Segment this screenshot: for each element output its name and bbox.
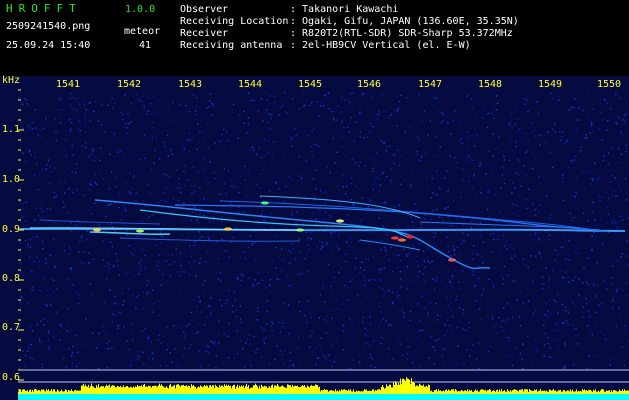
x-tick-1543: 1543 <box>178 79 203 90</box>
spectrogram <box>0 76 629 400</box>
x-tick-1548: 1548 <box>478 79 503 90</box>
x-tick-1544: 1544 <box>238 79 263 90</box>
y-axis-unit: kHz <box>2 75 21 86</box>
y-tick-0-8: 0.8 <box>2 273 21 284</box>
x-tick-1545: 1545 <box>298 79 323 90</box>
x-tick-1550: 1550 <box>597 79 622 90</box>
x-tick-1541: 1541 <box>56 79 81 90</box>
spectrogram-background <box>0 76 629 400</box>
x-tick-1546: 1546 <box>357 79 382 90</box>
y-tick-1-0: 1.0 <box>2 174 21 185</box>
y-tick-0-7: 0.7 <box>2 322 21 333</box>
x-tick-1549: 1549 <box>538 79 563 90</box>
x-tick-1542: 1542 <box>117 79 142 90</box>
y-tick-0-9: 0.9 <box>2 224 21 235</box>
y-tick-0-6: 0.6 <box>2 372 21 383</box>
y-tick-1-1: 1.1 <box>2 124 21 135</box>
x-tick-1547: 1547 <box>418 79 443 90</box>
